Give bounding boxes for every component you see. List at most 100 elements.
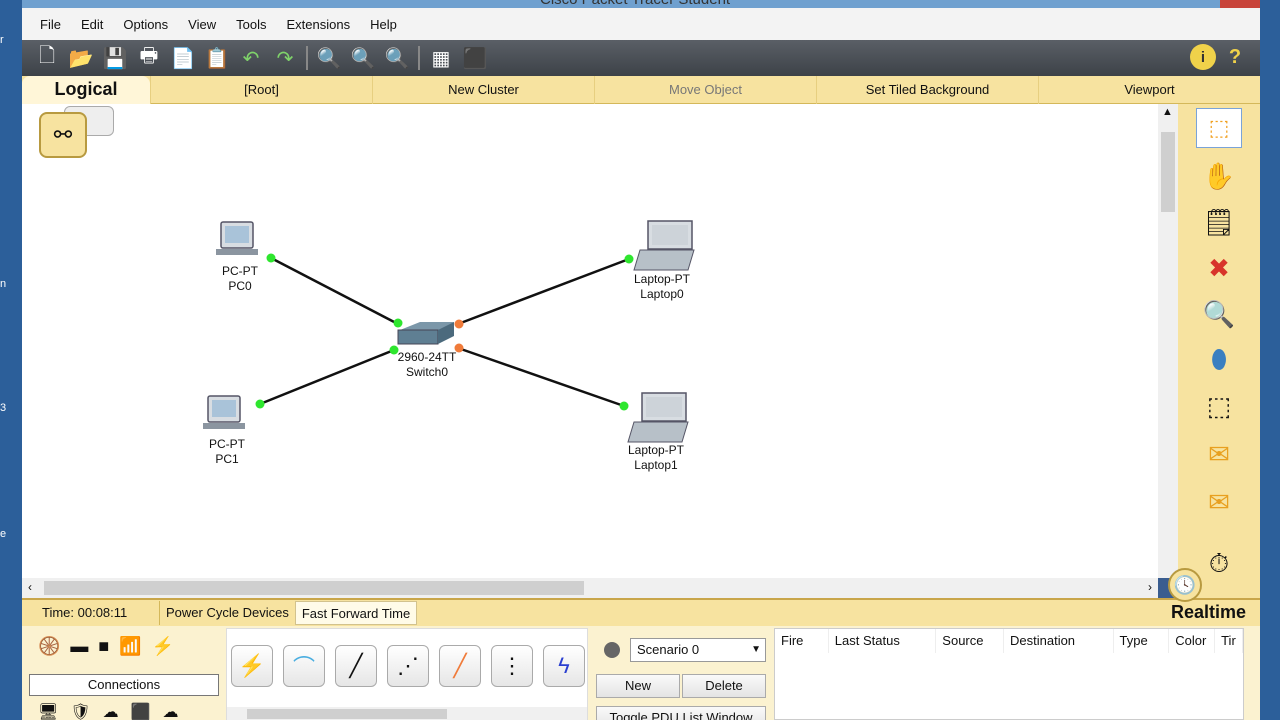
link-pc0-switch0[interactable] <box>270 256 399 326</box>
menu-view[interactable]: View <box>178 17 226 32</box>
custom-device-icon[interactable]: ⬛ <box>458 43 492 73</box>
palette-icon[interactable]: ▦ <box>424 43 458 73</box>
column-header[interactable]: Source <box>936 629 1004 653</box>
column-header[interactable]: Tir <box>1215 629 1243 653</box>
pc-icon[interactable] <box>203 395 245 429</box>
redo-icon[interactable]: ↷ <box>268 43 302 73</box>
inspect-icon[interactable]: 🔍 <box>1196 294 1242 334</box>
delete-scenario-button[interactable]: Delete <box>682 674 766 698</box>
scroll-thumb[interactable] <box>247 709 447 719</box>
device-name: Laptop0 <box>640 287 684 301</box>
menu-edit[interactable]: Edit <box>71 17 113 32</box>
toggle-pdu-list-button[interactable]: Toggle PDU List Window <box>596 706 766 720</box>
undo-icon[interactable]: ↶ <box>234 43 268 73</box>
add-simple-pdu-icon[interactable]: ✉ <box>1196 434 1242 474</box>
laptop-icon[interactable] <box>633 220 695 271</box>
viewport-button[interactable]: Viewport <box>1038 75 1260 104</box>
open-icon[interactable]: 📂 <box>64 43 98 73</box>
menu-tools[interactable]: Tools <box>226 17 276 32</box>
set-tiled-background-button[interactable]: Set Tiled Background <box>816 75 1038 104</box>
zoom-reset-icon[interactable]: 🔍 <box>346 43 380 73</box>
logical-workspace[interactable]: ⚯ PC-PT PC0 PC-PT PC1 2960-24TT Switch0 … <box>22 104 1158 578</box>
column-header[interactable]: Destination <box>1004 629 1114 653</box>
scroll-up-icon[interactable]: ▲ <box>1162 106 1173 118</box>
new-scenario-button[interactable]: New <box>596 674 680 698</box>
column-header[interactable]: Last Status <box>829 629 937 653</box>
end-devices-icon[interactable]: 🖥 <box>38 702 58 720</box>
select-tool-icon[interactable]: ⬚ <box>1196 108 1242 148</box>
menu-help[interactable]: Help <box>360 17 407 32</box>
zoom-in-icon[interactable]: 🔍 <box>312 43 346 73</box>
help-icon[interactable]: ? <box>1222 44 1248 70</box>
menu-options[interactable]: Options <box>113 17 178 32</box>
fast-forward-time-button[interactable]: Fast Forward Time <box>294 601 418 625</box>
window-title: Cisco Packet Tracer Student <box>540 0 730 8</box>
column-header[interactable]: Fire <box>775 629 829 653</box>
place-note-icon[interactable]: 🗒 <box>1196 202 1242 242</box>
move-object-button[interactable]: Move Object <box>594 75 816 104</box>
multiuser-icon[interactable]: ☁ <box>163 702 179 720</box>
resize-shape-icon[interactable]: ⬚ <box>1196 386 1242 426</box>
scroll-left-icon[interactable]: ‹ <box>28 580 32 594</box>
auto-connection-icon[interactable]: ⚡ <box>231 645 273 687</box>
link-light-down <box>454 319 464 329</box>
close-button[interactable] <box>1220 0 1260 8</box>
realtime-clock-icon[interactable]: 🕓 <box>1168 568 1202 602</box>
device-type: 2960-24TT <box>397 350 457 364</box>
connection-scrollbar[interactable] <box>227 707 587 720</box>
title-bar: Cisco Packet Tracer Student <box>0 0 1280 8</box>
pdu-table-header: Fire Last Status Source Destination Type… <box>775 629 1243 653</box>
fiber-icon[interactable]: ╱ <box>439 645 481 687</box>
link-switch0-laptop1[interactable] <box>457 346 625 408</box>
root-button[interactable]: [Root] <box>150 75 372 104</box>
save-icon[interactable]: 💾 <box>98 43 132 73</box>
draw-shape-icon[interactable]: ⬮ <box>1196 340 1242 380</box>
connections-icon[interactable]: ⚡ <box>152 636 174 657</box>
laptop-icon[interactable] <box>627 392 689 443</box>
column-header[interactable]: Type <box>1114 629 1170 653</box>
zoom-out-icon[interactable]: 🔍 <box>380 43 414 73</box>
workspace-horizontal-scrollbar[interactable]: ‹ › <box>22 578 1158 598</box>
scenario-select[interactable]: Scenario 0 ▼ <box>630 638 766 662</box>
simulation-mode-icon[interactable]: ⏱ <box>1196 544 1242 584</box>
menu-extensions[interactable]: Extensions <box>276 17 360 32</box>
wireless-devices-icon[interactable]: 📶 <box>119 636 141 657</box>
common-tools-bar: ⬚ ✋ 🗒 ✖ 🔍 ⬮ ⬚ ✉ ✉ ⏱ <box>1178 104 1260 598</box>
coaxial-icon[interactable]: ϟ <box>543 645 585 687</box>
device-name: Laptop1 <box>634 458 678 472</box>
pc-icon[interactable] <box>216 221 258 255</box>
copy-icon[interactable]: 📋 <box>200 43 234 73</box>
link-light-up <box>393 318 403 328</box>
new-cluster-button[interactable]: New Cluster <box>372 75 594 104</box>
print-icon[interactable]: 🖶 <box>132 43 166 73</box>
power-cycle-devices-button[interactable]: Power Cycle Devices <box>160 601 295 625</box>
new-icon[interactable]: 🗋 <box>30 43 64 73</box>
info-icon[interactable]: i <box>1190 44 1216 70</box>
link-pc1-switch0[interactable] <box>259 348 395 406</box>
copper-cross-over-icon[interactable]: ⋰ <box>387 645 429 687</box>
logical-tab[interactable]: Logical <box>22 75 150 104</box>
switch-icon[interactable] <box>397 322 454 345</box>
desktop-edge-right <box>1260 0 1280 720</box>
scroll-right-icon[interactable]: › <box>1148 580 1152 594</box>
realtime-mode-label[interactable]: Realtime <box>1171 602 1246 623</box>
console-cable-icon[interactable]: ⌒ <box>283 645 325 687</box>
security-icon[interactable]: 🛡 <box>70 702 90 720</box>
custom-devices-icon[interactable]: ⬛ <box>131 702 151 720</box>
scroll-thumb[interactable] <box>44 581 584 595</box>
scroll-thumb[interactable] <box>1161 132 1175 212</box>
delete-icon[interactable]: ✖ <box>1196 248 1242 288</box>
menu-file[interactable]: File <box>30 17 71 32</box>
activity-wizard-icon[interactable]: 📄 <box>166 43 200 73</box>
add-complex-pdu-icon[interactable]: ✉ <box>1196 482 1242 522</box>
phone-cable-icon[interactable]: ⋮ <box>491 645 533 687</box>
column-header[interactable]: Color <box>1169 629 1216 653</box>
move-layout-hand-icon[interactable]: ✋ <box>1196 156 1242 196</box>
routers-icon[interactable]: 🛞 <box>38 636 60 657</box>
workspace-vertical-scrollbar[interactable]: ▲ <box>1158 104 1178 578</box>
wan-emulation-icon[interactable]: ☁ <box>103 702 119 720</box>
copper-straight-through-icon[interactable]: ╱ <box>335 645 377 687</box>
switches-icon[interactable]: ▬ <box>70 636 88 657</box>
hubs-icon[interactable]: ■ <box>98 636 109 657</box>
link-switch0-laptop0[interactable] <box>457 257 630 326</box>
